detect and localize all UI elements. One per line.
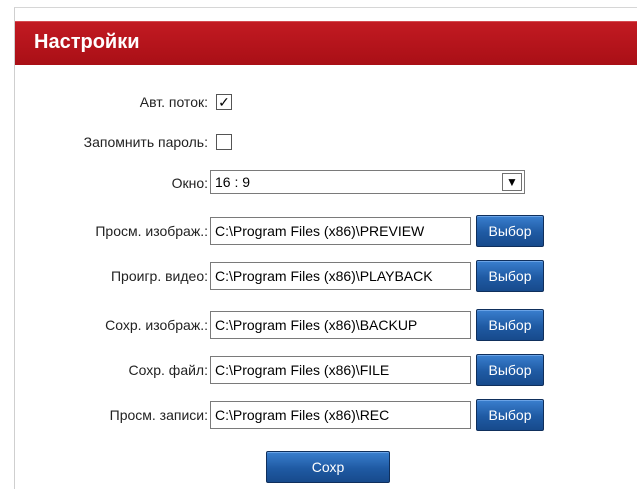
records-path-input[interactable] xyxy=(211,402,470,428)
preview-path-input[interactable] xyxy=(211,218,470,244)
backup-path-field[interactable] xyxy=(210,311,471,339)
save-button[interactable]: Сохр xyxy=(266,451,390,483)
page-title: Настройки xyxy=(34,31,140,53)
backup-browse-button[interactable]: Выбор xyxy=(476,309,544,341)
auto-stream-row: Авт. поток: ✓ xyxy=(15,88,637,116)
remember-password-label: Запомнить пароль: xyxy=(83,134,208,150)
playback-path-label: Проигр. видео: xyxy=(110,268,208,284)
preview-path-label: Просм. изображ.: xyxy=(95,223,208,239)
remember-password-checkbox[interactable] xyxy=(216,134,232,150)
path-row-file: Сохр. файл: Выбор xyxy=(15,354,637,386)
backup-path-input[interactable] xyxy=(211,312,470,338)
window-row: Окно: 16 : 9 ▼ xyxy=(15,169,637,197)
playback-path-field[interactable] xyxy=(210,262,471,290)
settings-panel: Настройки Авт. поток: ✓ Запомнить пароль… xyxy=(14,7,637,489)
file-path-input[interactable] xyxy=(211,357,470,383)
records-path-label: Просм. записи: xyxy=(109,407,208,423)
window-select-value: 16 : 9 xyxy=(215,174,251,190)
path-row-playback: Проигр. видео: Выбор xyxy=(15,260,637,292)
auto-stream-label: Авт. поток: xyxy=(139,94,208,110)
panel-header: Настройки xyxy=(15,21,637,65)
file-path-label: Сохр. файл: xyxy=(128,362,209,378)
preview-path-field[interactable] xyxy=(210,217,471,245)
window-label: Окно: xyxy=(171,175,208,191)
file-path-field[interactable] xyxy=(210,356,471,384)
playback-path-input[interactable] xyxy=(211,263,470,289)
file-browse-button[interactable]: Выбор xyxy=(476,354,544,386)
records-browse-button[interactable]: Выбор xyxy=(476,399,544,431)
preview-browse-button[interactable]: Выбор xyxy=(476,215,544,247)
path-row-preview: Просм. изображ.: Выбор xyxy=(15,215,637,247)
playback-browse-button[interactable]: Выбор xyxy=(476,260,544,292)
path-row-records: Просм. записи: Выбор xyxy=(15,399,637,431)
chevron-down-icon[interactable]: ▼ xyxy=(502,173,522,191)
remember-password-row: Запомнить пароль: xyxy=(15,128,637,156)
backup-path-label: Сохр. изображ.: xyxy=(105,317,208,333)
records-path-field[interactable] xyxy=(210,401,471,429)
window-select[interactable]: 16 : 9 ▼ xyxy=(210,170,525,194)
path-row-backup: Сохр. изображ.: Выбор xyxy=(15,309,637,341)
auto-stream-checkbox[interactable]: ✓ xyxy=(216,94,232,110)
